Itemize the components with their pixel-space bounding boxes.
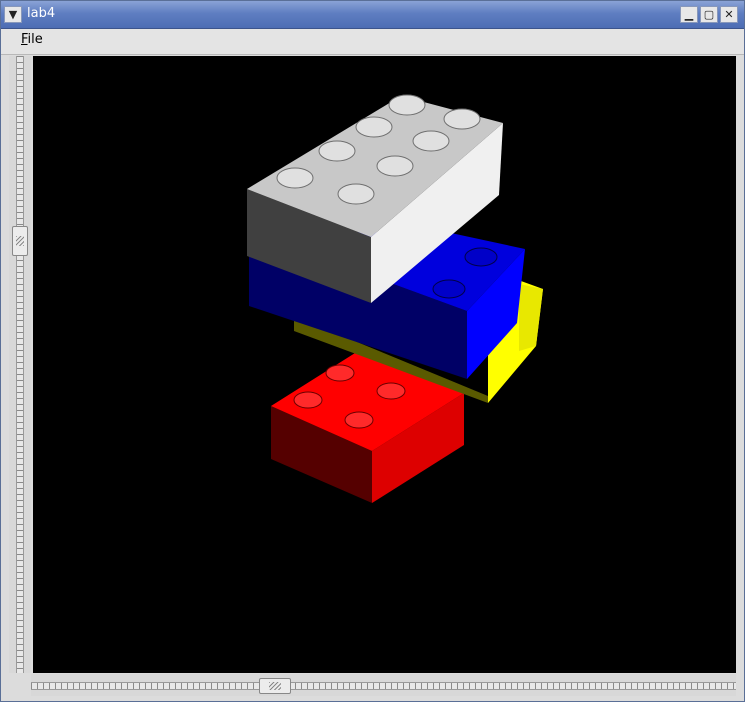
vertical-scroll-thumb[interactable]: [12, 226, 28, 256]
file-label-rest: ile: [27, 32, 43, 47]
minimize-icon: ▁: [684, 8, 694, 21]
window-menu-button[interactable]: ▼: [4, 6, 22, 23]
horizontal-scroll-thumb[interactable]: [259, 678, 291, 694]
minimize-button[interactable]: ▁: [680, 6, 698, 23]
chevron-down-icon: ▼: [8, 8, 18, 21]
close-button[interactable]: ✕: [720, 6, 738, 23]
title-bar[interactable]: ▼ lab4 ▁ ▢ ✕: [1, 1, 744, 29]
menu-bar: File: [1, 29, 744, 55]
close-icon: ✕: [724, 8, 734, 21]
gl-viewport[interactable]: [33, 56, 736, 673]
vertical-scrollbar[interactable]: [9, 56, 31, 673]
maximize-button[interactable]: ▢: [700, 6, 718, 23]
red-brick: [271, 348, 464, 503]
maximize-icon: ▢: [703, 8, 715, 21]
menu-file[interactable]: File: [21, 32, 43, 47]
lego-scene: [247, 94, 543, 503]
horizontal-scroll-track[interactable]: [31, 682, 736, 690]
window-title: lab4: [27, 6, 56, 21]
horizontal-scrollbar[interactable]: [31, 674, 736, 696]
app-window: ▼ lab4 ▁ ▢ ✕ File: [0, 0, 745, 702]
vertical-scroll-track[interactable]: [16, 56, 24, 673]
